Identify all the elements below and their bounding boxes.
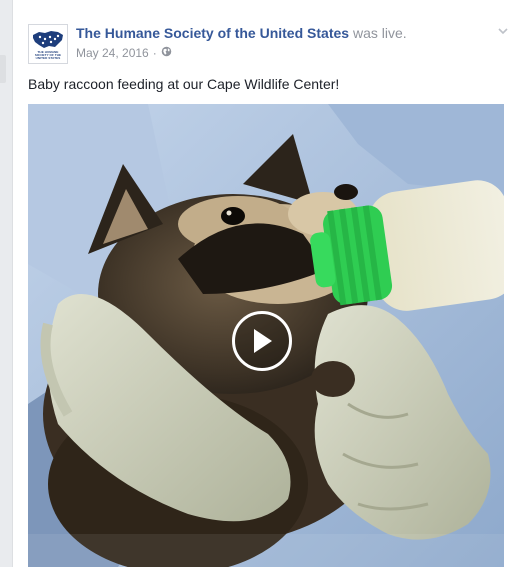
left-rail — [0, 55, 6, 83]
chevron-down-icon[interactable] — [496, 24, 510, 38]
hsus-logo-icon — [33, 30, 63, 48]
play-icon — [254, 329, 272, 353]
page-name-link[interactable]: The Humane Society of the United States — [76, 25, 349, 41]
post-message: Baby raccoon feeding at our Cape Wildlif… — [28, 76, 340, 92]
avatar-caption: THE HUMANE SOCIETY OF THE UNITED STATES — [34, 49, 62, 60]
video-player[interactable] — [28, 104, 504, 567]
post-date-link[interactable]: May 24, 2016 — [76, 45, 149, 61]
play-button[interactable] — [232, 311, 292, 371]
post-subline: May 24, 2016 · — [76, 45, 407, 61]
post-meta: The Humane Society of the United States … — [76, 24, 407, 61]
post-card: THE HUMANE SOCIETY OF THE UNITED STATES … — [12, 0, 522, 567]
meta-separator: · — [152, 46, 157, 60]
post-title-line: The Humane Society of the United States … — [76, 24, 407, 42]
page-avatar[interactable]: THE HUMANE SOCIETY OF THE UNITED STATES — [28, 24, 68, 64]
post-action-text: was live. — [352, 25, 407, 41]
post-header: THE HUMANE SOCIETY OF THE UNITED STATES … — [28, 24, 522, 66]
globe-icon[interactable] — [161, 45, 172, 61]
